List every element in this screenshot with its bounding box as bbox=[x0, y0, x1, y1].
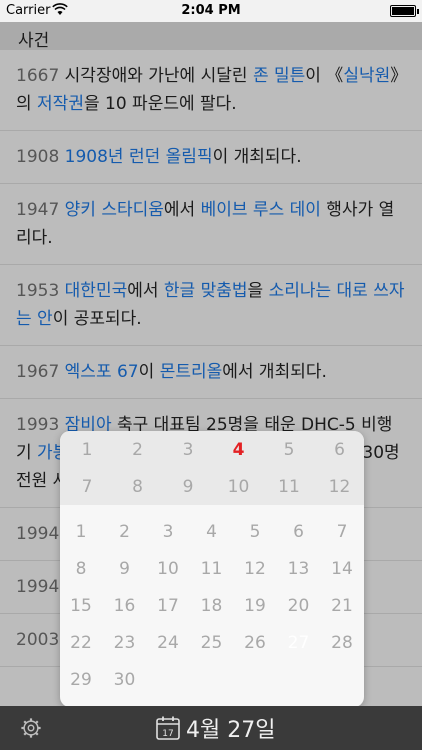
day-label: 26 bbox=[244, 633, 266, 653]
day-label: 23 bbox=[113, 633, 136, 653]
day-label: 24 bbox=[157, 633, 179, 653]
day-label: 12 bbox=[244, 559, 266, 579]
battery-icon bbox=[390, 5, 419, 17]
month-option[interactable]: 10 bbox=[214, 472, 264, 502]
day-option[interactable]: 27 bbox=[279, 624, 319, 662]
day-label: 18 bbox=[200, 596, 223, 616]
day-option[interactable]: 13 bbox=[279, 552, 319, 586]
day-option[interactable]: 15 bbox=[61, 589, 101, 623]
day-label: 2 bbox=[119, 522, 130, 542]
day-option[interactable]: 5 bbox=[235, 515, 275, 549]
day-label: 19 bbox=[244, 596, 266, 616]
day-option[interactable]: 26 bbox=[235, 626, 275, 660]
day-option[interactable]: 2 bbox=[105, 515, 145, 549]
day-label: 4 bbox=[206, 522, 217, 542]
month-option[interactable]: 2 bbox=[113, 435, 163, 465]
day-option[interactable]: 17 bbox=[148, 589, 188, 623]
day-option[interactable]: 4 bbox=[192, 515, 232, 549]
gear-icon[interactable] bbox=[20, 717, 42, 739]
day-option[interactable]: 14 bbox=[322, 552, 362, 586]
month-option[interactable]: 12 bbox=[315, 472, 365, 502]
month-option[interactable]: 11 bbox=[264, 472, 314, 502]
day-option[interactable]: 10 bbox=[148, 552, 188, 586]
day-option[interactable]: 11 bbox=[192, 552, 232, 586]
day-label: 3 bbox=[162, 522, 174, 542]
day-option[interactable]: 28 bbox=[322, 626, 362, 660]
bottom-toolbar: 17 4월 27일 bbox=[0, 706, 422, 750]
day-label: 22 bbox=[70, 633, 92, 653]
day-option[interactable]: 9 bbox=[105, 552, 145, 586]
day-option[interactable]: 22 bbox=[61, 626, 101, 660]
day-label: 30 bbox=[113, 670, 136, 690]
day-label: 5 bbox=[249, 522, 261, 542]
clock: 2:04 PM bbox=[181, 3, 241, 18]
day-label: 15 bbox=[70, 596, 92, 616]
day-label: 10 bbox=[157, 559, 179, 579]
status-bar: Carrier 2:04 PM bbox=[0, 0, 422, 22]
day-option[interactable]: 29 bbox=[61, 663, 101, 697]
day-label: 28 bbox=[331, 633, 353, 653]
day-label: 7 bbox=[336, 522, 348, 542]
day-option[interactable]: 23 bbox=[105, 626, 145, 660]
day-option[interactable]: 8 bbox=[61, 552, 101, 586]
day-label: 14 bbox=[331, 559, 353, 579]
day-label: 6 bbox=[293, 522, 304, 542]
day-label: 27 bbox=[287, 633, 310, 653]
day-option[interactable]: 3 bbox=[148, 515, 188, 549]
day-option[interactable]: 25 bbox=[192, 626, 232, 660]
month-option[interactable]: 5 bbox=[264, 435, 314, 465]
month-option[interactable]: 9 bbox=[163, 472, 213, 502]
day-label: 17 bbox=[157, 596, 179, 616]
day-option[interactable]: 30 bbox=[105, 663, 145, 697]
day-grid: 1 2 3 4 5 6 7 8 9 10 11 12 13 14 15 16 17 18 19 20 21 22 23 24 2… bbox=[60, 505, 364, 705]
day-option[interactable]: 1 bbox=[61, 515, 101, 549]
day-option[interactable]: 24 bbox=[148, 626, 188, 660]
month-option[interactable]: 4 bbox=[214, 435, 264, 465]
day-option[interactable]: 18 bbox=[192, 589, 232, 623]
day-option[interactable]: 6 bbox=[279, 515, 319, 549]
calendar-icon-day: 17 bbox=[162, 729, 173, 739]
day-option[interactable]: 7 bbox=[322, 515, 362, 549]
day-option[interactable]: 19 bbox=[235, 589, 275, 623]
day-label: 29 bbox=[70, 670, 92, 690]
month-option[interactable]: 3 bbox=[163, 435, 213, 465]
day-label: 25 bbox=[200, 633, 223, 653]
date-picker-popup: 1 2 3 4 5 6 7 8 9 10 11 12 1 2 3 4 5 6 7 8 9 10 11 12 13 14 15 16 1… bbox=[60, 431, 364, 717]
day-label: 16 bbox=[113, 596, 136, 616]
month-grid: 1 2 3 4 5 6 7 8 9 10 11 12 bbox=[60, 431, 364, 505]
day-option[interactable]: 20 bbox=[279, 589, 319, 623]
day-label: 13 bbox=[287, 559, 310, 579]
day-option[interactable]: 16 bbox=[105, 589, 145, 623]
day-label: 11 bbox=[200, 559, 223, 579]
calendar-icon[interactable]: 17 bbox=[155, 715, 181, 741]
month-option[interactable]: 7 bbox=[62, 472, 112, 502]
month-option[interactable]: 8 bbox=[113, 472, 163, 502]
month-option[interactable]: 6 bbox=[315, 435, 365, 465]
month-option[interactable]: 1 bbox=[62, 435, 112, 465]
day-option[interactable]: 12 bbox=[235, 552, 275, 586]
selected-date-button[interactable]: 4월 27일 bbox=[186, 712, 275, 744]
day-label: 1 bbox=[75, 522, 87, 542]
day-option[interactable]: 21 bbox=[322, 589, 362, 623]
day-label: 21 bbox=[331, 596, 353, 616]
day-label: 8 bbox=[75, 559, 87, 579]
day-label: 20 bbox=[287, 596, 310, 616]
day-label: 9 bbox=[119, 559, 130, 579]
